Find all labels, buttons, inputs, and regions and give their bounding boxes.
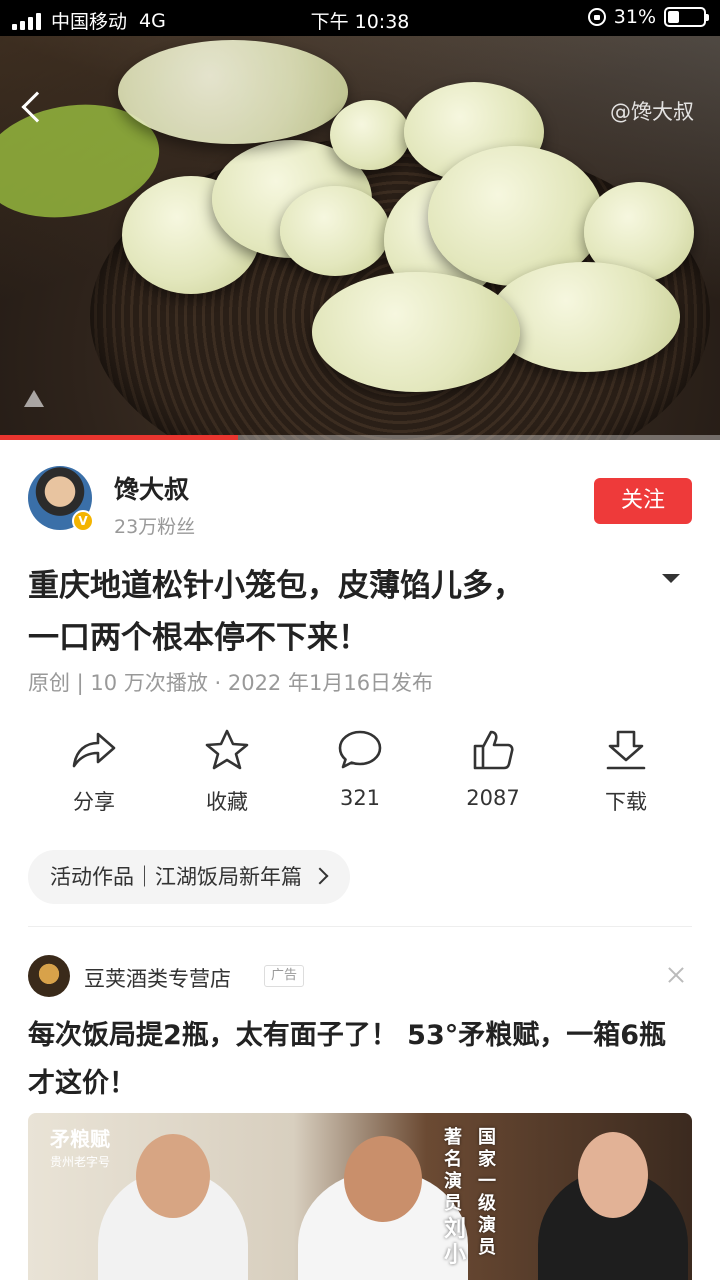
author-name[interactable]: 馋大叔	[114, 470, 189, 506]
favorite-button[interactable]: 收藏	[161, 728, 293, 823]
person-center	[298, 1136, 468, 1280]
ad-brand-logo: 矛粮赋	[50, 1127, 110, 1151]
star-icon	[205, 729, 249, 770]
bun	[280, 186, 390, 276]
video-watermark: @馋大叔	[610, 100, 694, 124]
video-player[interactable]: @馋大叔	[0, 36, 720, 440]
share-button[interactable]: 分享	[28, 728, 160, 823]
rotation-lock-icon	[587, 8, 606, 26]
person-right	[538, 1132, 688, 1280]
post-title-line1: 重庆地道松针小笼包，皮薄馅儿多，	[28, 568, 524, 604]
post-meta: 原创 | 10 万次播放 · 2022 年1月16日发布	[28, 671, 434, 695]
ad-brand-sub: 贵州老字号	[50, 1155, 111, 1169]
ad-store-name[interactable]: 豆荚酒类专营店	[84, 963, 231, 993]
like-button[interactable]: 2087	[427, 728, 559, 823]
comment-count: 321	[339, 786, 381, 810]
action-bar: 分享 收藏 321 2087 下载	[28, 728, 692, 823]
video-progress-bar[interactable]	[0, 435, 720, 440]
ad-tag-badge: 广告	[264, 965, 305, 987]
video-progress-fill	[0, 435, 238, 440]
bun	[490, 262, 680, 372]
download-button[interactable]: 下载	[560, 728, 692, 823]
bun	[330, 100, 410, 170]
close-icon[interactable]	[666, 965, 686, 985]
download-icon	[606, 730, 646, 770]
verified-badge-icon: V	[72, 510, 94, 532]
warning-icon[interactable]	[24, 390, 44, 407]
post-title-line2: 一口两个根本停不下来！	[28, 620, 369, 656]
ad-header: 豆荚酒类专营店 广告	[28, 955, 692, 999]
bun-lifted	[118, 40, 348, 144]
activity-chip-label: 活动作品｜江湖饭局新年篇	[50, 865, 302, 889]
favorite-label: 收藏	[206, 790, 248, 814]
bun	[312, 272, 520, 392]
divider	[28, 926, 692, 927]
battery-percent: 31%	[613, 6, 656, 28]
ad-store-avatar[interactable]	[28, 955, 70, 997]
follow-button[interactable]: 关注	[594, 478, 692, 524]
like-count: 2087	[466, 786, 520, 810]
share-label: 分享	[73, 790, 115, 814]
author-fans: 23万粉丝	[114, 516, 196, 538]
comment-button[interactable]: 321	[294, 728, 426, 823]
chevron-right-icon	[311, 867, 329, 885]
status-bar: 中国移动 4G 下午 10:38 31%	[0, 0, 720, 36]
thumbs-up-icon	[473, 730, 514, 770]
ad-image[interactable]: 矛粮赋 贵州老字号 著名演员 国家一级演员 刘小	[28, 1113, 692, 1280]
author-row: V 馋大叔 23万粉丝 关注	[28, 466, 692, 538]
ad-overlay-text-1: 著名演员	[444, 1127, 462, 1214]
comment-icon	[338, 730, 382, 769]
post-title: 重庆地道松针小笼包，皮薄馅儿多， 一口两个根本停不下来！	[28, 560, 628, 664]
ad-overlay-text-3: 刘小	[444, 1217, 467, 1268]
ad-overlay-text-2: 国家一级演员	[478, 1127, 496, 1258]
expand-caret-icon[interactable]	[662, 574, 680, 583]
person-left	[98, 1134, 248, 1280]
activity-chip[interactable]: 活动作品｜江湖饭局新年篇	[28, 850, 350, 904]
share-icon	[72, 732, 116, 768]
download-label: 下载	[605, 790, 647, 814]
battery-icon	[664, 7, 709, 27]
ad-title[interactable]: 每次饭局提2瓶，太有面子了！ 53°矛粮赋，一箱6瓶才这价！	[28, 1012, 692, 1108]
